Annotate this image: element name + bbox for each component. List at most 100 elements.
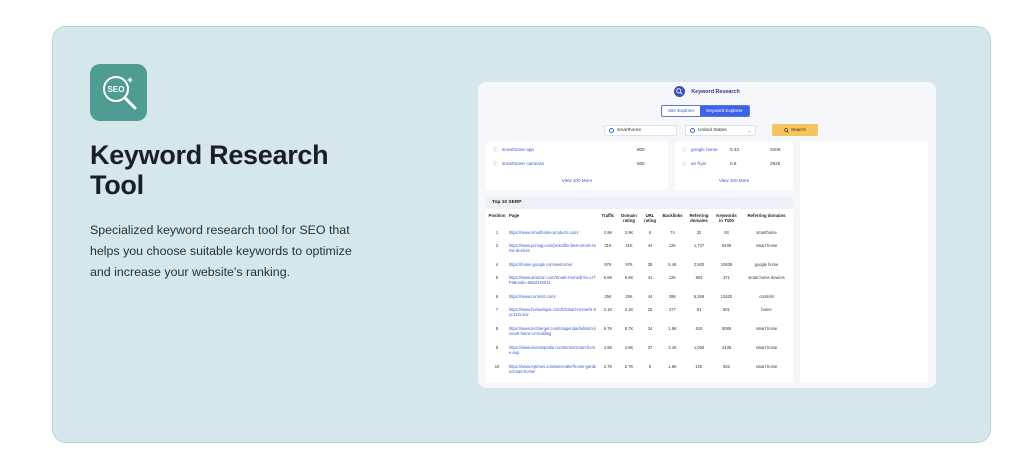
search-row: smarthome United States ⌄ Search [604, 124, 818, 136]
keyword-link: smarthome app [502, 147, 534, 152]
search-icon [784, 127, 789, 133]
cell-top-keyword: smarthome [756, 230, 777, 235]
cell-position: 10 [494, 364, 500, 369]
cell-referring-domains: 863 [695, 275, 703, 280]
cell-page-url[interactable]: https://www.homedepot.com/b/Smart-Home/N… [508, 306, 598, 325]
cell-domain-rating: 25K [625, 294, 633, 299]
table-row: 5 https://www.amazon.com/Smart-Home/b?ie=… [486, 274, 793, 293]
info-icon: ⓘ [682, 161, 687, 166]
cell-page-url[interactable]: https://www.control4.com/ [508, 293, 598, 306]
cell-backlinks: 277 [669, 307, 676, 312]
cell-url-rating: 5 [648, 230, 652, 235]
cell-referring-domains: 1,737 [693, 243, 705, 248]
cell-domain-rating: 2.1K [624, 307, 634, 312]
col-backlinks: Backlinks [662, 213, 683, 218]
cell-top-keyword: smart home [755, 364, 778, 369]
cell-page-url[interactable]: https://www.pcmag.com/picks/the-best-sma… [508, 242, 598, 261]
cell-url-rating: 41 [647, 275, 653, 280]
cell-traffic: 5.7K [603, 326, 613, 331]
col-traffic: Traffic [601, 213, 615, 218]
cell-url-rating: 37 [647, 345, 653, 350]
cell-page-url[interactable]: https://www.techtarget.com/iotagenda/def… [508, 325, 598, 344]
cell-domain-rating: 97K [625, 262, 633, 267]
cell-position: 9 [495, 345, 499, 350]
cell-referring-domains: 91 [696, 307, 702, 312]
view-more-link[interactable]: View 100 More [675, 178, 793, 183]
app-screenshot: Keyword Research Site Explorer Keyword E… [478, 82, 936, 388]
cell-traffic: 2.7K [603, 364, 613, 369]
feature-card: SEO Keyword Research Tool Specialized ke… [52, 26, 991, 443]
table-row: 8 https://www.techtarget.com/iotagenda/de… [486, 325, 793, 344]
cell-url-rating: 15 [647, 307, 653, 312]
search-button[interactable]: Search [772, 124, 818, 136]
cell-traffic: 4.8K [603, 345, 613, 350]
keyword-volume: 500 [637, 161, 645, 166]
cell-backlinks: 12K [668, 243, 677, 248]
cell-backlinks: 5.4K [668, 262, 677, 267]
keyword-difficulty: 0.8 [730, 161, 737, 166]
cell-page-url[interactable]: https://www.amazon.com/Smart-Home/b?ie=U… [508, 274, 598, 293]
cell-page-url[interactable]: https://home.google.com/welcome/ [508, 261, 598, 274]
col-domain-rating: Domain rating [621, 213, 637, 223]
country-select[interactable]: United States ⌄ [685, 124, 756, 136]
cell-top-keyword: control4 [759, 294, 774, 299]
cell-traffic: 31K [604, 243, 612, 248]
cell-position: 7 [495, 307, 499, 312]
col-referring-domains: Referring domains [689, 213, 709, 223]
location-pin-icon [609, 127, 614, 133]
serp-header-row: Position Page Traffic Domain rating URL … [486, 211, 793, 229]
tab-keyword-explorer[interactable]: Keyword Explorer [700, 106, 749, 116]
cell-keywords-t100: 2438 [721, 345, 732, 350]
tab-site-explorer[interactable]: Site Explorer [662, 106, 700, 116]
svg-text:SEO: SEO [107, 85, 124, 94]
cell-domain-rating: 4.8K [624, 345, 634, 350]
col-page: Page [509, 213, 520, 218]
cell-backlinks: 1.8K [668, 364, 677, 369]
cell-keywords-t100: 371 [723, 275, 730, 280]
col-position: Position [488, 213, 506, 218]
cell-keywords-t100: 922 [723, 364, 730, 369]
seo-logo-icon: SEO [90, 64, 147, 121]
related-keywords-right: ⓘ google home 0.33 320K ⓘ air fryer 0.8 … [675, 142, 793, 190]
cell-domain-rating: 3.9K [624, 230, 634, 235]
cell-keywords-t100: 10638 [720, 262, 733, 267]
cell-referring-domains: 32 [696, 230, 702, 235]
cell-position: 4 [495, 262, 499, 267]
list-item[interactable]: ⓘ smarthome app 800 [486, 147, 668, 157]
cell-referring-domains: 1,060 [693, 345, 705, 350]
table-row: 10 https://www.nytimes.com/wirecutter/hom… [486, 363, 793, 382]
cell-position: 2 [495, 243, 499, 248]
keyword-link: smarthome cameras [502, 161, 544, 166]
cell-keywords-t100: 801 [723, 307, 730, 312]
cell-referring-domains: 12K [695, 364, 703, 369]
list-item[interactable]: ⓘ google home 0.33 320K [675, 147, 793, 157]
cell-url-rating: 44 [647, 243, 653, 248]
cell-page-url[interactable]: https://www.investopedia.com/terms/smart… [508, 344, 598, 363]
cell-domain-rating: 5.7K [624, 326, 634, 331]
keyword-difficulty: 0.33 [730, 147, 739, 152]
table-row: 9 https://www.investopedia.com/terms/smar… [486, 344, 793, 363]
keyword-link: google home [691, 147, 718, 152]
list-item[interactable]: ⓘ air fryer 0.8 292K [675, 161, 793, 171]
keyword-input-value: smarthome [617, 127, 641, 133]
list-item[interactable]: ⓘ smarthome cameras 500 [486, 161, 668, 171]
table-row: 4 https://home.google.com/welcome/97K 97K 3… [486, 261, 793, 274]
table-row: 1 https://www.smarthome-products.com/2.9K… [486, 229, 793, 242]
view-more-link[interactable]: View 100 More [486, 178, 668, 183]
keyword-input[interactable]: smarthome [604, 124, 677, 136]
col-keywords-t100: Keywords in T100 [716, 213, 737, 223]
cell-keywords-t100: 5085 [721, 326, 732, 331]
table-row: 6 https://www.control4.com/25K 25K 44 39K 5,2… [486, 293, 793, 306]
cell-referring-domains: 610 [695, 326, 703, 331]
cell-backlinks: 74 [670, 230, 675, 235]
cell-top-keyword: google home [754, 262, 779, 267]
cell-page-url[interactable]: https://www.smarthome-products.com/ [508, 229, 598, 242]
cell-url-rating: 34 [647, 326, 653, 331]
cell-top-keyword: smart home [755, 345, 778, 350]
feature-title: Keyword Research Tool [90, 140, 329, 200]
cell-page-url[interactable]: https://www.nytimes.com/wirecutter/home-… [508, 363, 598, 382]
keyword-volume: 292K [770, 161, 781, 166]
app-logo-icon [674, 86, 686, 97]
cell-url-rating: 38 [647, 262, 653, 267]
cell-domain-rating: 31K [625, 243, 633, 248]
